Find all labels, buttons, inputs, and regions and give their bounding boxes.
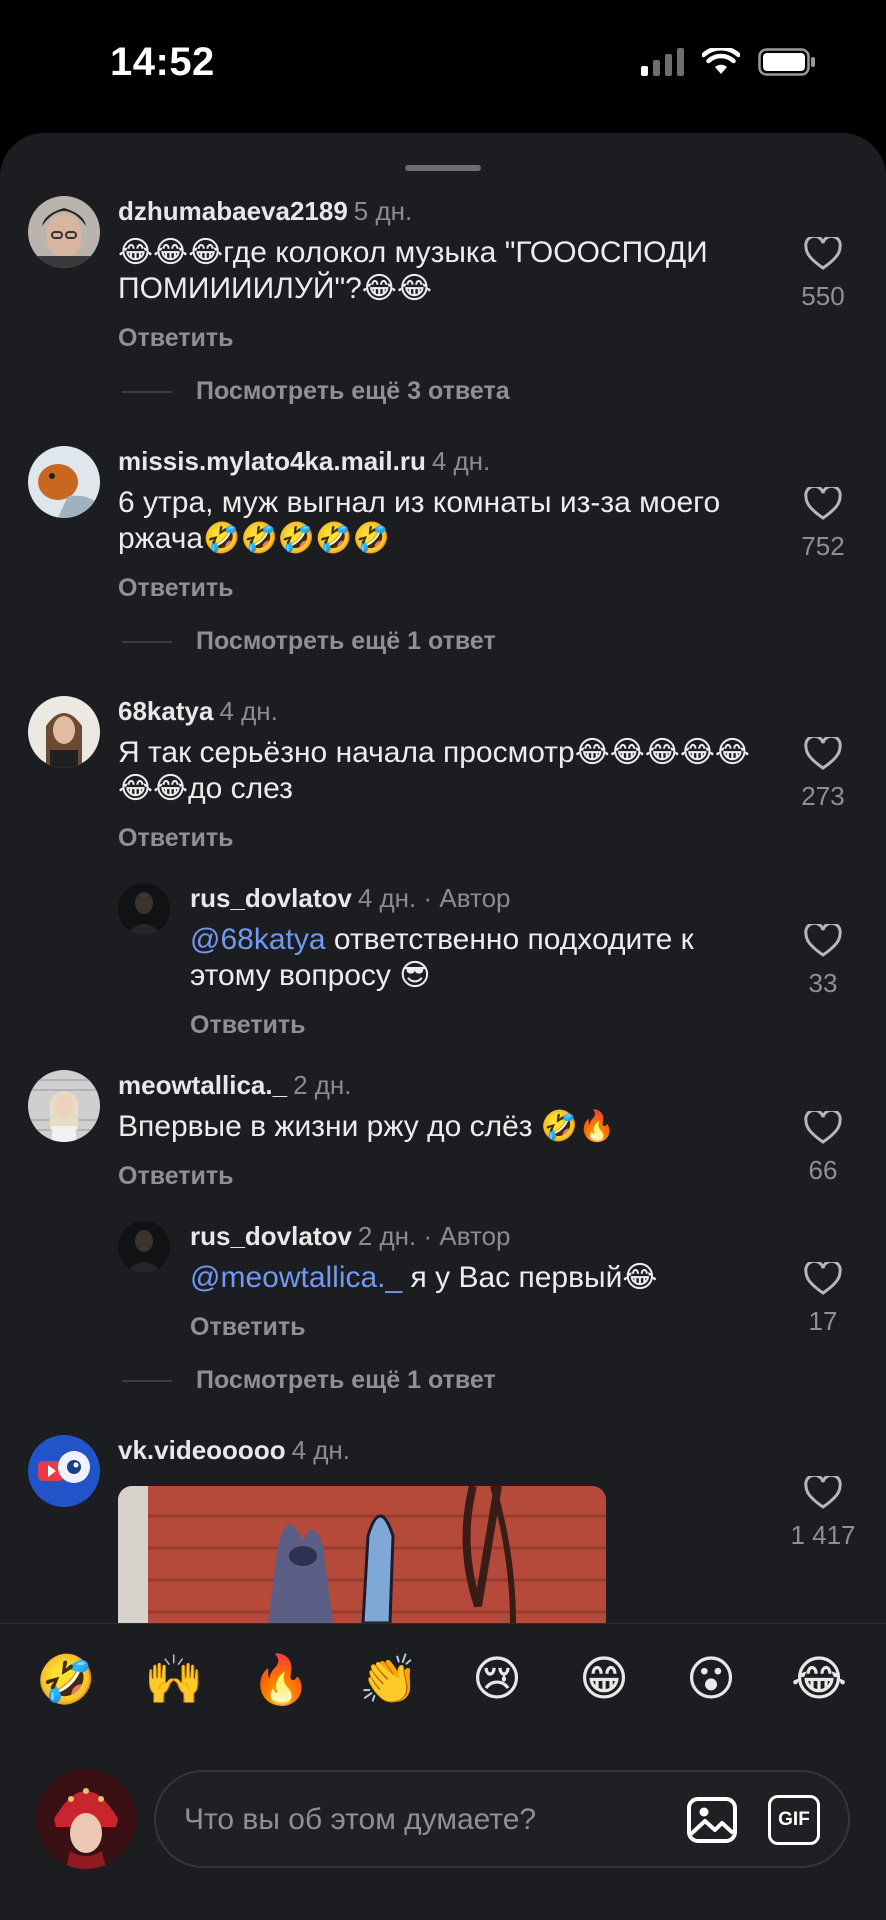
- gif-image[interactable]: [118, 1486, 606, 1623]
- status-bar: 14:52: [0, 0, 886, 130]
- comment-header: dzhumabaeva2189 5 дн.: [118, 196, 412, 227]
- like-count: 1 417: [790, 1520, 856, 1550]
- emoji-surprised-button[interactable]: 😮: [678, 1646, 744, 1712]
- like-count: 273: [801, 781, 845, 811]
- heart-icon: [804, 237, 842, 270]
- emoji-crying-button[interactable]: 😢: [464, 1646, 530, 1712]
- comment-header: rus_dovlatov 2 дн. · Автор: [190, 1221, 511, 1252]
- comment-username[interactable]: rus_dovlatov: [190, 1221, 352, 1251]
- avatar[interactable]: [28, 1435, 100, 1507]
- like-button[interactable]: 1 417: [783, 1476, 863, 1551]
- heart-icon: [804, 487, 842, 520]
- image-icon: [687, 1797, 737, 1843]
- emoji-joy-button[interactable]: 😂: [786, 1646, 852, 1712]
- like-button[interactable]: 752: [783, 487, 863, 562]
- reply-button[interactable]: Ответить: [118, 574, 234, 603]
- heart-icon: [804, 924, 842, 957]
- comment-header: missis.mylato4ka.mail.ru 4 дн.: [118, 446, 490, 477]
- heart-icon: [804, 1262, 842, 1295]
- emoji-quick-bar: 🤣 🙌 🔥 👏 😢 😁 😮 😂: [0, 1623, 886, 1733]
- emoji-clap-button[interactable]: 👏: [356, 1646, 422, 1712]
- comment-text-body: я у Вас первый😂: [402, 1261, 658, 1294]
- like-count: 550: [801, 281, 845, 311]
- comment-header: 68katya 4 дн.: [118, 696, 278, 727]
- avatar[interactable]: [28, 696, 100, 768]
- comments-list[interactable]: dzhumabaeva2189 5 дн. 😂😂😂где колокол музы…: [0, 133, 886, 1623]
- reply-button[interactable]: Ответить: [118, 1162, 234, 1191]
- comment-time: 4 дн. · Автор: [357, 883, 511, 913]
- comment-text: @68katya ответственно подходите к этому …: [190, 922, 780, 994]
- comment-username[interactable]: rus_dovlatov: [190, 883, 352, 913]
- like-count: 33: [808, 968, 838, 998]
- divider-line: [122, 1379, 172, 1382]
- gif-button[interactable]: GIF: [768, 1795, 820, 1845]
- comment-header: rus_dovlatov 4 дн. · Автор: [190, 883, 511, 914]
- comment-text: @meowtallica._ я у Вас первый😂: [190, 1260, 780, 1296]
- comment-time: 2 дн.: [293, 1070, 352, 1100]
- comment-time: 4 дн.: [431, 446, 491, 476]
- emoji-grin-button[interactable]: 😁: [571, 1646, 637, 1712]
- current-user-avatar[interactable]: [36, 1769, 136, 1869]
- reply-button[interactable]: Ответить: [190, 1313, 306, 1342]
- mention-link[interactable]: @68katya: [190, 923, 326, 956]
- heart-icon: [804, 1476, 842, 1509]
- comment-text: Я так серьёзно начала просмотр😂😂😂😂😂😂😂до …: [118, 736, 750, 805]
- battery-icon: [758, 48, 815, 76]
- comment-input[interactable]: [184, 1792, 654, 1848]
- reply-button[interactable]: Ответить: [118, 824, 234, 853]
- comment-username[interactable]: meowtallica._: [118, 1070, 287, 1100]
- comment-time: 4 дн.: [291, 1435, 351, 1465]
- like-button[interactable]: 33: [783, 924, 863, 999]
- status-icons: [641, 48, 816, 76]
- avatar[interactable]: [28, 196, 100, 268]
- like-button[interactable]: 273: [783, 737, 863, 812]
- view-more-replies[interactable]: Посмотреть ещё 1 ответ: [122, 627, 496, 656]
- comment-time: 2 дн. · Автор: [357, 1221, 511, 1251]
- comment-time: 4 дн.: [219, 696, 278, 726]
- like-count: 66: [808, 1155, 838, 1185]
- comment-text: Впервые в жизни ржу до слёз 🤣🔥: [118, 1110, 616, 1143]
- emoji-rofl-button[interactable]: 🤣: [33, 1646, 99, 1712]
- view-more-replies-label: Посмотреть ещё 3 ответа: [196, 377, 510, 405]
- reply-button[interactable]: Ответить: [190, 1011, 306, 1040]
- avatar[interactable]: [28, 446, 100, 518]
- avatar[interactable]: [118, 1221, 170, 1273]
- comment-input-wrapper: GIF: [154, 1770, 850, 1868]
- cellular-signal-icon: [641, 48, 684, 76]
- like-button[interactable]: 17: [783, 1262, 863, 1337]
- comment-composer: GIF: [0, 1733, 886, 1920]
- comment-username[interactable]: 68katya: [118, 696, 213, 726]
- mention-link[interactable]: @meowtallica._: [190, 1261, 402, 1294]
- divider-line: [122, 390, 172, 393]
- like-button[interactable]: 66: [783, 1111, 863, 1186]
- view-more-replies[interactable]: Посмотреть ещё 1 ответ: [122, 1366, 496, 1395]
- comment-username[interactable]: missis.mylato4ka.mail.ru: [118, 446, 426, 476]
- heart-icon: [804, 737, 842, 770]
- emoji-raising-hands-button[interactable]: 🙌: [141, 1646, 207, 1712]
- comment-time: 5 дн.: [353, 196, 413, 226]
- comment-header: vk.videooooo 4 дн.: [118, 1435, 350, 1466]
- like-count: 752: [801, 531, 845, 561]
- status-time: 14:52: [110, 40, 215, 84]
- emoji-fire-button[interactable]: 🔥: [248, 1646, 314, 1712]
- attach-image-button[interactable]: [686, 1794, 738, 1846]
- view-more-replies-label: Посмотреть ещё 1 ответ: [196, 627, 496, 655]
- avatar[interactable]: [118, 883, 170, 935]
- comment-username[interactable]: dzhumabaeva2189: [118, 196, 348, 226]
- like-count: 17: [808, 1306, 838, 1336]
- avatar[interactable]: [28, 1070, 100, 1142]
- like-button[interactable]: 550: [783, 237, 863, 312]
- heart-icon: [804, 1111, 842, 1144]
- comment-text: 😂😂😂где колокол музыка "ГОООСПОДИ ПОМИИИИ…: [118, 236, 708, 305]
- reply-button[interactable]: Ответить: [118, 324, 234, 353]
- comment-username[interactable]: vk.videooooo: [118, 1435, 286, 1465]
- divider-line: [122, 640, 172, 643]
- wifi-icon: [702, 48, 740, 74]
- view-more-replies[interactable]: Посмотреть ещё 3 ответа: [122, 377, 510, 406]
- comment-header: meowtallica._ 2 дн.: [118, 1070, 352, 1101]
- comments-sheet: dzhumabaeva2189 5 дн. 😂😂😂где колокол музы…: [0, 133, 886, 1920]
- view-more-replies-label: Посмотреть ещё 1 ответ: [196, 1366, 496, 1394]
- comment-text: 6 утра, муж выгнал из комнаты из-за моег…: [118, 486, 721, 555]
